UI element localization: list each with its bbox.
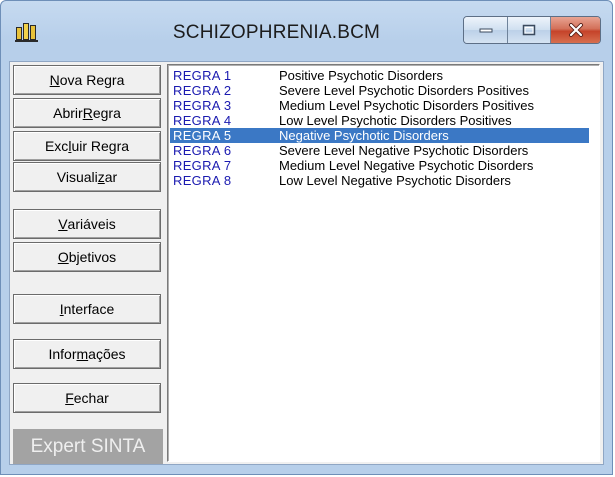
rule-description: Low Level Psychotic Disorders Positives [279,113,512,128]
rule-id: REGRA 4 [173,113,232,128]
close-button[interactable] [551,17,600,43]
nova-regra-button[interactable]: Nova Regra [13,65,161,95]
rule-description: Positive Psychotic Disorders [279,68,443,83]
maximize-icon [522,24,536,36]
rule-description: Severe Level Psychotic Disorders Positiv… [279,83,529,98]
maximize-button[interactable] [508,17,551,43]
rule-id: REGRA 5 [173,128,232,143]
close-icon [568,23,583,37]
title-bar[interactable]: SCHIZOPHRENIA.BCM [1,1,612,61]
fechar-button[interactable]: Fechar [13,383,161,413]
rule-id: REGRA 6 [173,143,232,158]
interface-button[interactable]: Interface [13,294,161,324]
rule-row[interactable]: REGRA 8 Low Level Negative Psychotic Diso… [170,173,589,188]
expert-sinta-logo: Expert SINTA [13,429,163,464]
rules-listbox[interactable]: REGRA 1 Positive Psychotic Disorders REGR… [167,64,600,462]
client-area: Nova Regra Abrir Regra Exc l uir Regra Vis… [9,61,604,465]
abrir-regra-button[interactable]: Abrir Regra [13,98,161,128]
rule-row[interactable]: REGRA 1 Positive Psychotic Disorders [170,68,589,83]
rule-description: Negative Psychotic Disorders [279,128,449,143]
rule-description: Medium Level Negative Psychotic Disorder… [279,158,534,173]
objetivos-button[interactable]: Objetivos [13,242,161,272]
visualizar-button[interactable]: Visuali z ar [13,162,161,192]
excluir-regra-button[interactable]: Exc l uir Regra [13,131,161,161]
minimize-button[interactable] [464,17,508,43]
rule-description: Severe Level Negative Psychotic Disorder… [279,143,529,158]
rule-row[interactable]: REGRA 2 Severe Level Psychotic Disorders … [170,83,589,98]
rule-id: REGRA 1 [173,68,232,83]
rule-id: REGRA 7 [173,158,232,173]
rule-id: REGRA 8 [173,173,232,188]
rule-description: Low Level Negative Psychotic Disorders [279,173,511,188]
rule-row[interactable]: REGRA 6 Severe Level Negative Psychotic D… [170,143,589,158]
rule-description: Medium Level Psychotic Disorders Positiv… [279,98,535,113]
window-controls [463,16,601,44]
app-window: SCHIZOPHRENIA.BCM Nova Regra Abrir R egr… [0,0,613,475]
rule-id: REGRA 2 [173,83,232,98]
rule-row[interactable]: REGRA 4 Low Level Psychotic Disorders Pos… [170,113,589,128]
informacoes-button[interactable]: Infor m ações [13,339,161,369]
variaveis-button[interactable]: Variáveis [13,209,161,239]
rule-row[interactable]: REGRA 7 Medium Level Negative Psychotic D… [170,158,589,173]
rule-row[interactable]: REGRA 3 Medium Level Psychotic Disorders … [170,98,589,113]
rule-row[interactable]: REGRA 5 Negative Psychotic Disorders [170,128,589,143]
minimize-icon [479,28,492,33]
rule-id: REGRA 3 [173,98,232,113]
